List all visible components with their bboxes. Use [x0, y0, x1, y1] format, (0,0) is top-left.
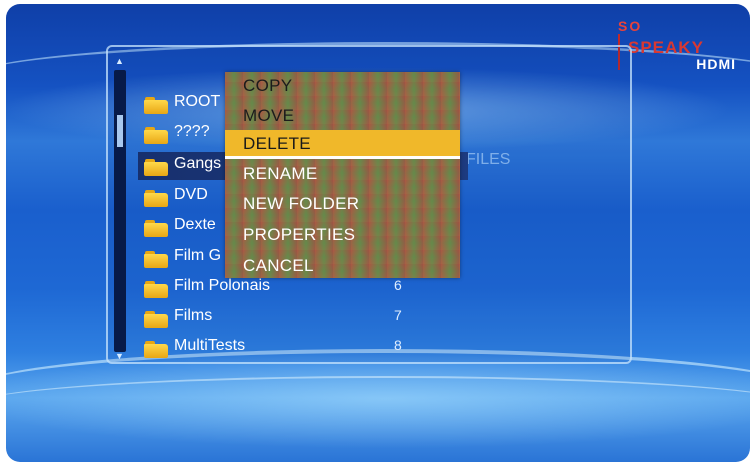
menu-item-cancel[interactable]: CANCEL [225, 252, 460, 281]
menu-item-copy[interactable]: COPY [225, 72, 460, 101]
background-wave [6, 376, 750, 438]
folder-name: Film G [174, 247, 222, 264]
folder-name: MultiTests [174, 337, 246, 354]
menu-item-move[interactable]: MOVE [225, 102, 460, 131]
menu-item-label: MOVE [243, 106, 295, 125]
folder-name: ???? [174, 123, 210, 140]
folder-name: Films [174, 307, 213, 324]
brand-line2: SPEAKY [628, 38, 704, 57]
scrollbar-thumb[interactable] [117, 115, 123, 147]
menu-item-label: NEW FOLDER [243, 194, 360, 213]
folder-icon [144, 311, 168, 328]
context-menu: COPY MOVE DELETE RENAME NEW FOLDER PROPE… [225, 72, 460, 278]
scroll-down-arrow-icon[interactable]: ▼ [115, 351, 124, 361]
folder-row[interactable]: MultiTests 8 [138, 334, 468, 362]
scroll-up-arrow-icon[interactable]: ▲ [115, 56, 124, 66]
brand-line1: SO [618, 18, 643, 34]
folder-row[interactable]: Films 7 [138, 304, 468, 332]
menu-item-label: CANCEL [243, 256, 314, 275]
menu-item-rename[interactable]: RENAME [225, 160, 460, 189]
folder-icon [144, 251, 168, 268]
menu-item-label: COPY [243, 76, 293, 95]
folder-name: Gangs [174, 155, 222, 172]
folder-icon [144, 341, 168, 358]
folder-number: 7 [394, 307, 402, 323]
folder-name: Dexte [174, 216, 216, 233]
folder-name: DVD [174, 186, 208, 203]
folder-icon [144, 190, 168, 207]
menu-item-new-folder[interactable]: NEW FOLDER [225, 190, 460, 219]
folder-icon [144, 220, 168, 237]
folder-number: 8 [394, 337, 402, 353]
brand-line3: HDMI [696, 56, 736, 72]
folder-icon [144, 97, 168, 114]
folder-icon [144, 127, 168, 144]
menu-item-label: DELETE [243, 134, 311, 153]
folder-name: ROOT [174, 93, 221, 110]
files-column-label: FILES [466, 151, 511, 168]
menu-item-delete[interactable]: DELETE [225, 130, 460, 159]
menu-item-label: PROPERTIES [243, 225, 356, 244]
scrollbar[interactable] [114, 70, 126, 352]
folder-icon [144, 281, 168, 298]
menu-item-label: RENAME [243, 164, 318, 183]
brand-logo: SO SPEAKY HDMI [618, 18, 736, 74]
menu-item-properties[interactable]: PROPERTIES [225, 221, 460, 250]
folder-icon [144, 159, 168, 176]
